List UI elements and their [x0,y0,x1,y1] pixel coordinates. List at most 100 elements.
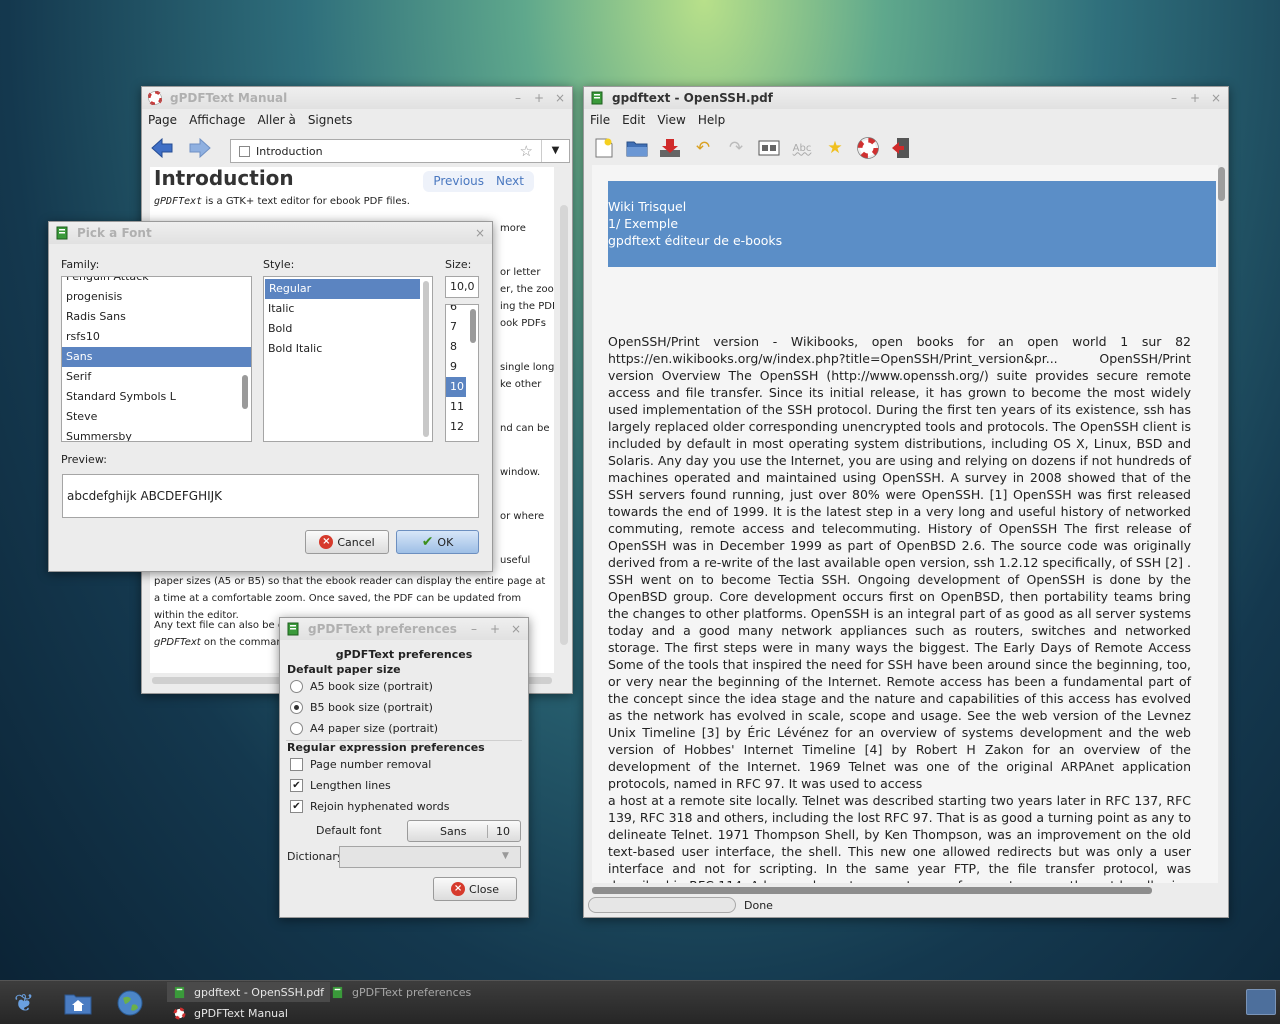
manual-titlebar[interactable]: gPDFText Manual – + × [142,87,572,109]
quit-exit-icon[interactable] [889,136,913,160]
menu-signets[interactable]: Signets [308,111,353,129]
family-item[interactable]: Standard Symbols L [62,387,251,407]
family-item[interactable]: Steve [62,407,251,427]
size-scrollbar[interactable] [470,309,476,343]
next-link[interactable]: Next [494,173,526,190]
document-editor[interactable]: Wiki Trisquel 1/ Exemple gpdftext éditeu… [592,165,1218,883]
home-folder-icon[interactable] [62,987,94,1019]
radio-button[interactable] [290,680,303,693]
style-item[interactable]: Italic [264,299,432,319]
open-folder-icon[interactable] [625,136,649,160]
close-label: Close [469,882,499,896]
style-list[interactable]: Regular Italic Bold Bold Italic [263,276,433,442]
style-item[interactable]: Bold Italic [264,339,432,359]
dictionary-combo[interactable] [339,846,521,868]
size-item-selected[interactable]: 10 [446,377,466,397]
minimize-button[interactable]: – [468,622,480,636]
previous-link[interactable]: Previous [431,173,486,190]
menu-page[interactable]: Page [148,111,177,129]
ok-button[interactable]: ✔ OK [396,530,479,554]
family-item[interactable]: Serif [62,367,251,387]
check-rejoin-hyphenated[interactable]: ✔ Rejoin hyphenated words [290,800,449,813]
checkbox-checked[interactable]: ✔ [290,800,303,813]
family-scrollbar[interactable] [242,375,248,409]
page-icon [239,145,250,157]
size-item[interactable]: 12 [446,417,478,437]
radio-b5[interactable]: B5 book size (portrait) [290,701,433,714]
document-scrollbar[interactable] [1218,167,1225,201]
checkbox[interactable] [290,758,303,771]
checkbox-checked[interactable]: ✔ [290,779,303,792]
back-arrow-icon[interactable] [150,138,174,158]
family-list[interactable]: Penguin Attack progenisis Radis Sans rsf… [61,276,252,442]
bookmark-star-icon[interactable]: ☆ [520,142,533,160]
gpdftext-app-icon [56,226,68,240]
menu-view[interactable]: View [657,111,685,129]
default-font-label: Default font [316,824,382,837]
close-button[interactable]: × [510,622,522,636]
redo-icon[interactable]: ↷ [724,136,748,160]
text-fragment: nd can be [500,423,550,434]
task-gpdftext-openssh[interactable]: gpdftext - OpenSSH.pdf [167,982,331,1002]
close-button[interactable]: × [554,91,566,105]
close-button[interactable]: × [1210,91,1222,105]
maximize-button[interactable]: + [489,622,501,636]
font-titlebar[interactable]: Pick a Font × [49,222,492,244]
family-item[interactable]: Summersby [62,427,251,441]
task-gpdftext-manual[interactable]: gPDFText Manual [167,1003,294,1023]
main-editor-window[interactable]: gpdftext - OpenSSH.pdf – + × File Edit V… [583,86,1229,918]
family-item[interactable]: Penguin Attack [62,277,251,287]
style-scrollbar[interactable] [423,281,429,437]
size-item[interactable]: 11 [446,397,478,417]
task-gpdftext-preferences[interactable]: gPDFText preferences [325,982,477,1002]
forward-arrow-icon[interactable] [188,138,212,158]
undo-icon[interactable]: ↶ [691,136,715,160]
radio-button[interactable] [290,722,303,735]
menu-aller-a[interactable]: Aller à [257,111,295,129]
location-combo[interactable]: Introduction ☆ ▼ [230,139,570,163]
menu-edit[interactable]: Edit [622,111,645,129]
menu-file[interactable]: File [590,111,610,129]
style-item[interactable]: Bold [264,319,432,339]
trisquel-menu-icon[interactable]: ❦ [8,987,40,1019]
radio-a5[interactable]: A5 book size (portrait) [290,680,433,693]
preview-field[interactable]: abcdefghijk ABCDEFGHIJK [62,474,479,518]
page-view-icon[interactable] [757,136,781,160]
size-list[interactable]: 6 7 8 9 10 11 12 [445,304,479,442]
workspace-switcher[interactable] [1246,989,1276,1015]
maximize-button[interactable]: + [533,91,545,105]
family-item[interactable]: rsfs10 [62,327,251,347]
radio-a4[interactable]: A4 paper size (portrait) [290,722,438,735]
web-browser-icon[interactable] [114,987,146,1019]
default-font-button[interactable]: Sans 10 [407,820,521,842]
pick-font-dialog[interactable]: Pick a Font × Family: Style: Size: Pengu… [48,221,493,572]
size-entry[interactable]: 10,0 [445,276,479,298]
size-item[interactable]: 9 [446,357,478,377]
radio-button-selected[interactable] [290,701,303,714]
check-page-number-removal[interactable]: Page number removal [290,758,431,771]
close-prefs-button[interactable]: × Close [433,877,517,901]
check-lengthen-lines[interactable]: ✔ Lengthen lines [290,779,391,792]
new-file-icon[interactable] [592,136,616,160]
favorite-star-icon[interactable]: ★ [823,136,847,160]
family-item[interactable]: Radis Sans [62,307,251,327]
preferences-window[interactable]: gPDFText preferences – + × gPDFText pref… [279,617,529,918]
spellcheck-icon[interactable]: Abc [790,136,814,160]
main-titlebar[interactable]: gpdftext - OpenSSH.pdf – + × [584,87,1228,109]
menu-help[interactable]: Help [698,111,725,129]
dropdown-arrow-icon[interactable]: ▼ [541,140,569,162]
minimize-button[interactable]: – [512,91,524,105]
minimize-button[interactable]: – [1168,91,1180,105]
prefs-titlebar[interactable]: gPDFText preferences – + × [280,618,528,640]
menu-affichage[interactable]: Affichage [189,111,245,129]
save-download-icon[interactable] [658,136,682,160]
close-button[interactable]: × [474,226,486,240]
manual-scrollbar[interactable] [560,205,568,645]
family-item[interactable]: progenisis [62,287,251,307]
family-item-selected[interactable]: Sans [62,347,251,367]
cancel-button[interactable]: × Cancel [305,530,389,554]
document-text[interactable]: OpenSSH/Print version - Wikibooks, open … [608,333,1191,883]
maximize-button[interactable]: + [1189,91,1201,105]
help-lifebuoy-icon[interactable] [856,136,880,160]
style-item-selected[interactable]: Regular [265,279,420,299]
